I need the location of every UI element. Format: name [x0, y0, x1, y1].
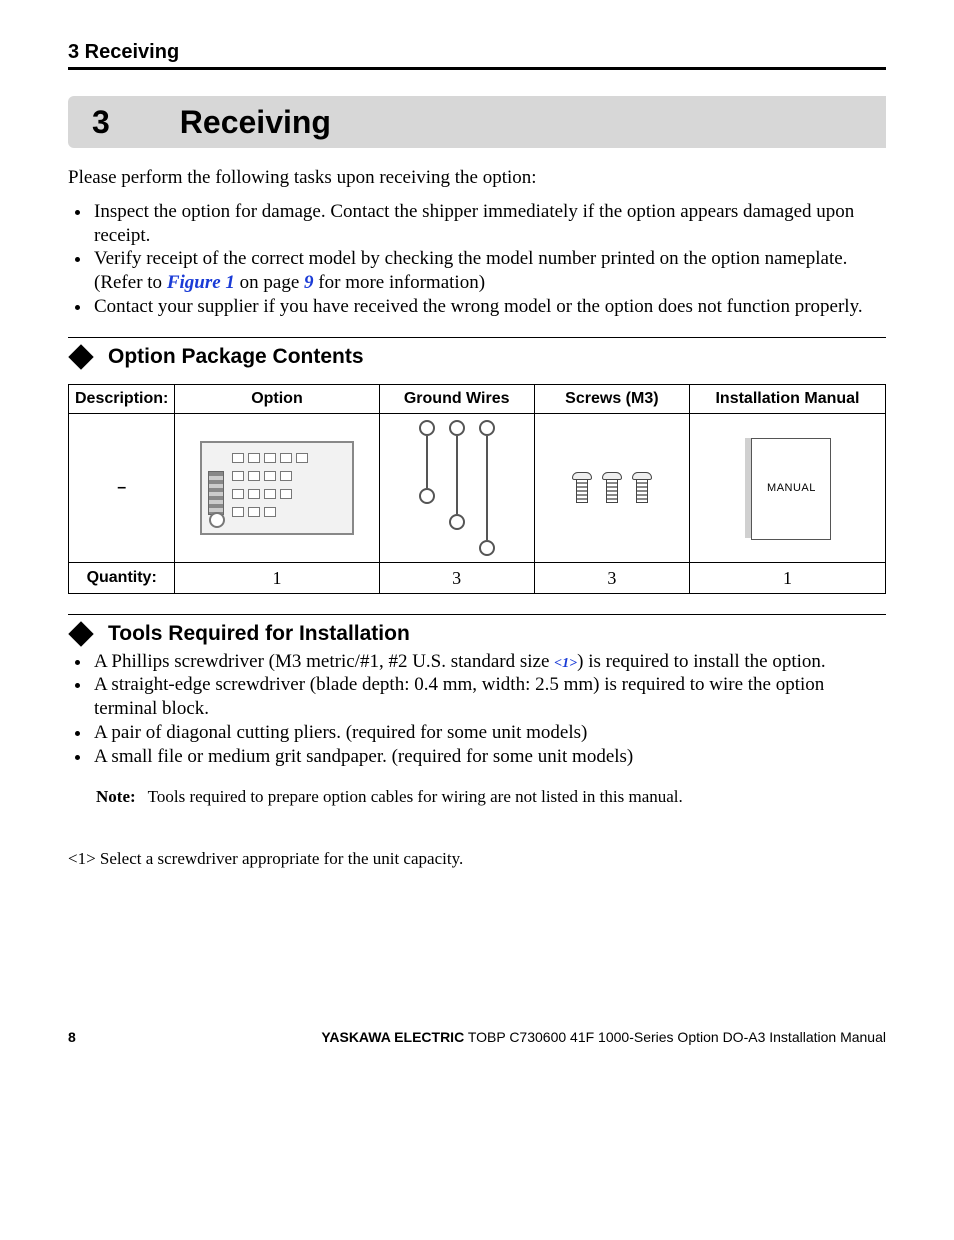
chapter-title: Receiving — [180, 102, 331, 142]
screws-icon — [541, 472, 683, 503]
footnote: <1> Select a screwdriver appropriate for… — [68, 848, 886, 869]
th-screws: Screws (M3) — [534, 384, 689, 413]
list-item: Inspect the option for damage. Contact t… — [92, 200, 886, 248]
section-heading: Tools Required for Installation — [68, 621, 886, 647]
cell-option-image — [175, 413, 379, 562]
chapter-number: 3 — [92, 102, 110, 142]
qty-label: Quantity: — [69, 562, 175, 594]
footnote-ref: <1> — [554, 656, 577, 671]
table-image-row: – — [69, 413, 886, 562]
note-label: Note: — [96, 787, 136, 806]
note-text: Tools required to prepare option cables … — [148, 787, 683, 806]
page-header: 3 Receiving — [68, 40, 886, 70]
list-item: Contact your supplier if you have receiv… — [92, 295, 886, 319]
manual-label: MANUAL — [767, 482, 816, 496]
list-item: A pair of diagonal cutting pliers. (requ… — [92, 721, 886, 745]
diamond-icon — [68, 344, 93, 369]
list-item: Verify receipt of the correct model by c… — [92, 247, 886, 295]
page-link[interactable]: 9 — [304, 272, 314, 293]
th-manual: Installation Manual — [689, 384, 885, 413]
section-heading: Option Package Contents — [68, 344, 886, 370]
table-quantity-row: Quantity: 1 3 3 1 — [69, 562, 886, 594]
list-item: A Phillips screwdriver (M3 metric/#1, #2… — [92, 650, 886, 674]
section-option-package: Option Package Contents Description: Opt… — [68, 337, 886, 595]
page-number: 8 — [68, 1029, 76, 1047]
cell-manual-image: MANUAL — [689, 413, 885, 562]
qty-option: 1 — [175, 562, 379, 594]
note-line: Note: Tools required to prepare option ca… — [96, 786, 886, 807]
footer-company: YASKAWA ELECTRIC — [321, 1029, 464, 1045]
diamond-icon — [68, 622, 93, 647]
package-contents-table: Description: Option Ground Wires Screws … — [68, 384, 886, 595]
page-footer: 8 YASKAWA ELECTRIC TOBP C730600 41F 1000… — [68, 1029, 886, 1047]
th-ground-wires: Ground Wires — [379, 384, 534, 413]
option-card-icon — [200, 441, 354, 535]
cell-ground-wires-image — [379, 413, 534, 562]
list-item: A straight-edge screwdriver (blade depth… — [92, 673, 886, 721]
page-header-text: 3 Receiving — [68, 41, 179, 63]
tools-bullets: A Phillips screwdriver (M3 metric/#1, #2… — [92, 650, 886, 769]
qty-ground-wires: 3 — [379, 562, 534, 594]
section-title: Tools Required for Installation — [108, 621, 410, 647]
th-option: Option — [175, 384, 379, 413]
footer-title: TOBP C730600 41F 1000-Series Option DO-A… — [464, 1029, 886, 1045]
cell-screws-image — [534, 413, 689, 562]
ground-wires-icon — [386, 420, 528, 556]
section-title: Option Package Contents — [108, 344, 364, 370]
list-item: A small file or medium grit sandpaper. (… — [92, 745, 886, 769]
manual-book-icon: MANUAL — [745, 438, 829, 538]
chapter-bar: 3 Receiving — [68, 96, 886, 148]
qty-screws: 3 — [534, 562, 689, 594]
qty-manual: 1 — [689, 562, 885, 594]
th-description: Description: — [69, 384, 175, 413]
table-header-row: Description: Option Ground Wires Screws … — [69, 384, 886, 413]
section-tools: Tools Required for Installation A Philli… — [68, 614, 886, 807]
intro-text: Please perform the following tasks upon … — [68, 166, 886, 190]
row-dash: – — [69, 413, 175, 562]
figure-link[interactable]: Figure 1 — [167, 272, 235, 293]
receiving-bullets: Inspect the option for damage. Contact t… — [92, 200, 886, 319]
footer-doc: YASKAWA ELECTRIC TOBP C730600 41F 1000-S… — [321, 1029, 886, 1047]
